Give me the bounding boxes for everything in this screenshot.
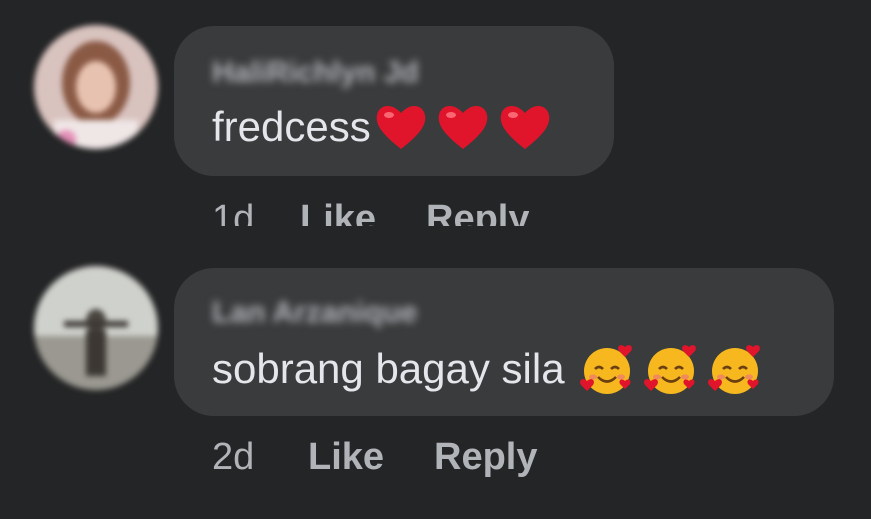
smiling-face-with-hearts-emoji	[579, 341, 635, 397]
smiling-face-with-hearts-emoji	[643, 341, 699, 397]
comment-text-content: sobrang bagay sila	[212, 345, 565, 392]
like-button[interactable]: Like	[308, 436, 434, 479]
reply-button[interactable]: Reply	[434, 436, 537, 479]
comment-thread: HaliRichlyn Jd fredcess 1d Like Reply La…	[0, 0, 871, 519]
comment-text: sobrang bagay sila	[212, 340, 763, 398]
comment-2: Lan Arzanique sobrang bagay sila 2d Like…	[0, 0, 871, 519]
comment-author-name[interactable]: Lan Arzanique	[212, 296, 418, 330]
emoji-row	[579, 341, 763, 397]
smiling-face-with-hearts-emoji	[707, 341, 763, 397]
comment-actions: 2d Like Reply	[212, 436, 537, 479]
avatar-photo	[34, 266, 158, 390]
comment-timestamp: 2d	[212, 436, 255, 478]
avatar[interactable]	[34, 266, 158, 390]
